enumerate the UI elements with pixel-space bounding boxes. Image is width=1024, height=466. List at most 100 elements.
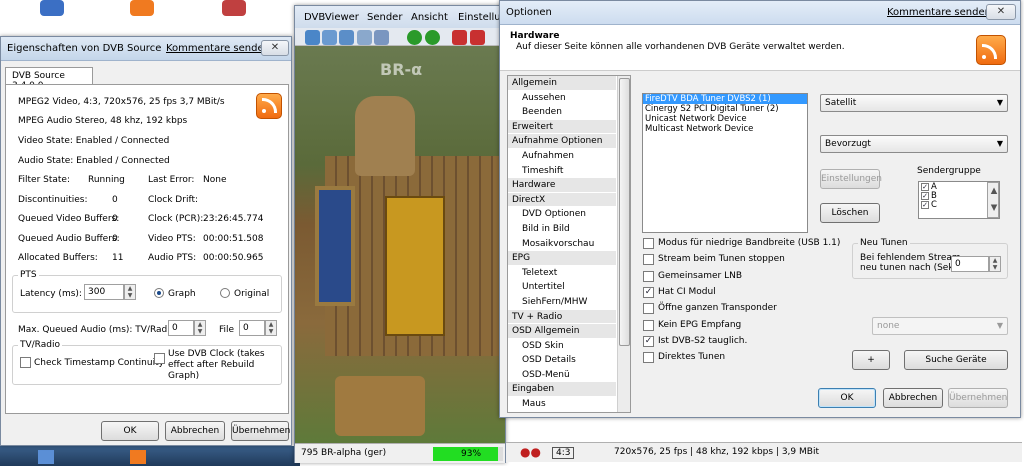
- neu-tunen-spinner[interactable]: ▲ ▼: [989, 256, 1001, 272]
- status-ratio[interactable]: 4:3: [552, 447, 575, 459]
- plus-button[interactable]: +: [852, 350, 890, 370]
- device-item[interactable]: FireDTV BDA Tuner DVBS2 (1): [643, 94, 807, 104]
- record-icon[interactable]: ●●: [520, 445, 541, 459]
- hardware-option-row[interactable]: Stream beim Tunen stoppen: [643, 253, 843, 267]
- dvb-source-comment-link[interactable]: Kommentare senden: [166, 43, 270, 54]
- use-dvb-clock-checkbox[interactable]: [154, 353, 165, 364]
- tool-epg-icon[interactable]: [322, 30, 337, 45]
- max-queued-input[interactable]: 0: [168, 320, 194, 336]
- tree-item[interactable]: SiehFern/MHW: [508, 295, 616, 310]
- tree-item[interactable]: OSD Details: [508, 353, 616, 368]
- dvb-source-cancel-button[interactable]: Abbrechen: [165, 421, 225, 441]
- dvb-source-tab[interactable]: DVB Source 3.4.0.0: [5, 67, 93, 91]
- latency-input[interactable]: 300: [84, 284, 124, 300]
- tree-category[interactable]: OSD Allgemein: [508, 324, 616, 339]
- tree-category[interactable]: EPG: [508, 251, 616, 266]
- tree-item[interactable]: DVD Optionen: [508, 207, 616, 222]
- priority-select[interactable]: Bevorzugt ▼: [820, 135, 1008, 153]
- tool-teletext-icon[interactable]: [374, 30, 389, 45]
- tree-category[interactable]: Erweitert: [508, 119, 616, 135]
- hardware-option-row[interactable]: Öffne ganzen Transponder: [643, 302, 843, 316]
- hardware-option-row[interactable]: Direktes Tunen: [643, 351, 843, 365]
- tree-category[interactable]: Hardware: [508, 178, 616, 193]
- device-type-select[interactable]: Satellit ▼: [820, 94, 1008, 112]
- check-timestamp-checkbox[interactable]: [20, 357, 31, 368]
- hardware-option-row[interactable]: ✓ Hat CI Modul: [643, 286, 843, 300]
- tool-prev-icon[interactable]: [452, 30, 467, 45]
- tool-back-icon[interactable]: [407, 30, 422, 45]
- file-input[interactable]: 0: [239, 320, 265, 336]
- device-item[interactable]: Cinergy S2 PCI Digital Tuner (2): [643, 104, 807, 114]
- tree-category[interactable]: DirectX: [508, 192, 616, 208]
- tree-scrollbar[interactable]: [617, 76, 630, 412]
- tree-item[interactable]: Aussehen: [508, 91, 616, 106]
- tree-item[interactable]: Beenden: [508, 105, 616, 120]
- tool-channels-icon[interactable]: [305, 30, 320, 45]
- device-item[interactable]: Unicast Network Device: [643, 114, 807, 124]
- delete-button[interactable]: Löschen: [820, 203, 880, 223]
- sendergruppe-list[interactable]: ✓ A ✓ B ✓ C ▲ ▼: [918, 181, 1000, 219]
- tree-item[interactable]: Maus: [508, 397, 616, 412]
- tool-monitor-icon[interactable]: [339, 30, 354, 45]
- hardware-option-checkbox[interactable]: [643, 238, 654, 249]
- tree-item[interactable]: Teletext: [508, 266, 616, 281]
- tree-item[interactable]: Bild in Bild: [508, 222, 616, 237]
- tree-item[interactable]: Untertitel: [508, 280, 616, 295]
- hardware-option-checkbox[interactable]: [643, 303, 654, 315]
- radio-original[interactable]: [220, 288, 230, 298]
- tree-item[interactable]: Mosaikvorschau: [508, 237, 616, 252]
- optionen-ok-button[interactable]: OK: [818, 388, 876, 408]
- none-select[interactable]: none ▼: [872, 317, 1008, 335]
- video-area[interactable]: BR-α: [295, 46, 505, 443]
- hardware-option-row[interactable]: Gemeinsamer LNB: [643, 270, 843, 284]
- optionen-apply-button[interactable]: Übernehmen: [948, 388, 1008, 408]
- hardware-option-row[interactable]: ✓ Ist DVB-S2 tauglich.: [643, 335, 843, 349]
- taskbar-icon-rss[interactable]: [130, 450, 146, 464]
- menu-sender[interactable]: Sender: [367, 12, 402, 23]
- search-devices-button[interactable]: Suche Geräte: [904, 350, 1008, 370]
- sendergruppe-checkbox[interactable]: ✓: [921, 183, 929, 191]
- hardware-option-checkbox[interactable]: [643, 352, 654, 364]
- sendergruppe-scroll[interactable]: ▲ ▼: [987, 182, 999, 218]
- tree-item[interactable]: OSD-Menü: [508, 368, 616, 383]
- menu-ansicht[interactable]: Ansicht: [411, 12, 448, 23]
- tree-scrollbar-thumb[interactable]: [619, 78, 630, 346]
- device-item[interactable]: Multicast Network Device: [643, 124, 807, 134]
- hardware-option-checkbox[interactable]: ✓: [643, 335, 654, 347]
- sendergruppe-checkbox[interactable]: ✓: [921, 201, 929, 209]
- hardware-option-row[interactable]: Modus für niedrige Bandbreite (USB 1.1): [643, 237, 843, 251]
- radio-graph[interactable]: [154, 288, 164, 298]
- tool-forward-icon[interactable]: [425, 30, 440, 45]
- dvb-source-ok-button[interactable]: OK: [101, 421, 159, 441]
- tool-play-icon[interactable]: [470, 30, 485, 45]
- max-queued-spinner[interactable]: ▲ ▼: [194, 320, 206, 336]
- hardware-option-row[interactable]: Kein EPG Empfang: [643, 319, 843, 333]
- tree-category[interactable]: TV + Radio: [508, 309, 616, 325]
- tree-item[interactable]: Timeshift: [508, 164, 616, 179]
- latency-spinner[interactable]: ▲ ▼: [124, 284, 136, 300]
- neu-tunen-input[interactable]: 0: [951, 256, 989, 272]
- desktop-icon-left[interactable]: [40, 0, 64, 16]
- taskbar-icon[interactable]: [38, 450, 54, 464]
- desktop-icon-rss[interactable]: [130, 0, 154, 16]
- tree-category[interactable]: Eingaben: [508, 382, 616, 398]
- tree-item[interactable]: OSD Skin: [508, 339, 616, 354]
- hardware-option-checkbox[interactable]: ✓: [643, 286, 654, 298]
- device-list[interactable]: FireDTV BDA Tuner DVBS2 (1) Cinergy S2 P…: [642, 93, 808, 233]
- dvb-source-apply-button[interactable]: Übernehmen: [231, 421, 290, 441]
- hardware-option-checkbox[interactable]: [643, 254, 654, 266]
- file-spinner[interactable]: ▲ ▼: [265, 320, 277, 336]
- hardware-option-checkbox[interactable]: [643, 319, 654, 331]
- sendergruppe-checkbox[interactable]: ✓: [921, 192, 929, 200]
- hardware-option-checkbox[interactable]: [643, 270, 654, 282]
- tool-list-icon[interactable]: [357, 30, 372, 45]
- options-tree[interactable]: Allgemein Aussehen Beenden Erweitert Aufnahm…: [507, 75, 631, 413]
- settings-button[interactable]: Einstellungen: [820, 169, 882, 189]
- tree-item[interactable]: Aufnahmen: [508, 149, 616, 164]
- dvb-source-close-button[interactable]: ✕: [261, 40, 289, 56]
- tree-category[interactable]: Aufnahme Optionen: [508, 134, 616, 149]
- optionen-close-button[interactable]: ✕: [986, 4, 1016, 20]
- tree-category[interactable]: Allgemein: [508, 76, 616, 91]
- optionen-cancel-button[interactable]: Abbrechen: [883, 388, 943, 408]
- desktop-icon-right[interactable]: [222, 0, 246, 16]
